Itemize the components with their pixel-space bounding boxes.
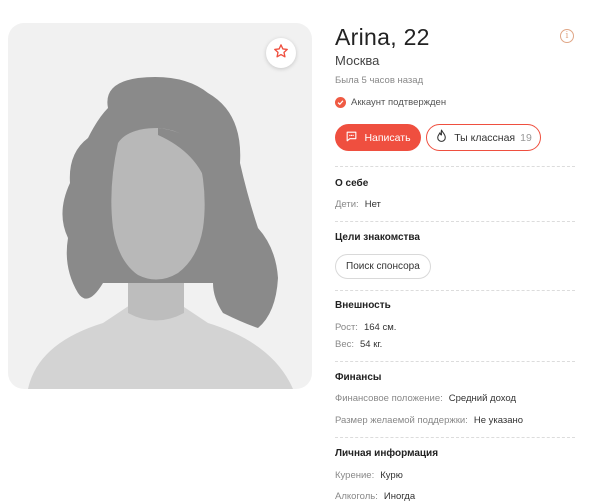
section-title-finance: Финансы	[335, 372, 382, 383]
check-icon	[335, 97, 346, 108]
divider	[335, 166, 575, 167]
detail-row-smoking: Курение: Курю	[335, 470, 403, 481]
section-title-goals: Цели знакомства	[335, 232, 420, 243]
detail-label: Дети:	[335, 199, 359, 210]
detail-value: Курю	[380, 470, 403, 481]
divider	[335, 437, 575, 438]
like-button[interactable]: Ты классная 19	[426, 124, 541, 151]
profile-photo[interactable]	[8, 23, 312, 389]
write-message-label: Написать	[364, 131, 411, 144]
flame-icon	[435, 129, 448, 146]
detail-label: Финансовое положение:	[335, 393, 443, 404]
detail-row-children: Дети: Нет	[335, 199, 381, 210]
avatar-placeholder	[28, 77, 293, 389]
detail-row-weight: Вес: 54 кг.	[335, 339, 382, 350]
like-count: 19	[520, 131, 532, 144]
detail-row-financial-status: Финансовое положение: Средний доход	[335, 393, 516, 404]
detail-value: Не указано	[473, 415, 524, 426]
detail-value: Иногда	[383, 491, 416, 502]
section-title-appearance: Внешность	[335, 300, 391, 311]
goal-chip[interactable]: Поиск спонсора	[335, 254, 431, 279]
favorite-button[interactable]	[266, 38, 296, 68]
verified-label: Аккаунт подтвержден	[351, 97, 447, 108]
detail-label: Курение:	[335, 470, 375, 481]
chat-bubble-icon	[345, 130, 358, 146]
detail-row-height: Рост: 164 см.	[335, 322, 396, 333]
write-message-button[interactable]: Написать	[335, 124, 421, 151]
divider	[335, 290, 575, 291]
profile-city: Москва	[335, 53, 380, 68]
detail-value: 54 кг.	[360, 339, 383, 350]
detail-value: 164 см.	[363, 322, 397, 333]
detail-label: Рост:	[335, 322, 358, 333]
detail-label: Размер желаемой поддержки:	[335, 415, 468, 426]
last-seen-status: Была 5 часов назад	[335, 75, 424, 86]
detail-value: Нет	[364, 199, 381, 210]
star-icon	[273, 43, 289, 64]
section-title-personal: Личная информация	[335, 448, 439, 459]
divider	[335, 361, 575, 362]
detail-label: Вес:	[335, 339, 355, 350]
like-label: Ты классная	[454, 131, 516, 144]
section-title-about: О себе	[335, 178, 369, 189]
info-icon[interactable]: i	[560, 29, 574, 43]
detail-label: Алкоголь:	[335, 491, 378, 502]
detail-value: Средний доход	[448, 393, 517, 404]
verified-badge: Аккаунт подтвержден	[335, 97, 446, 108]
detail-row-support-size: Размер желаемой поддержки: Не указано	[335, 415, 523, 426]
profile-name-age: Arina, 22	[335, 24, 430, 50]
divider	[335, 221, 575, 222]
detail-row-alcohol: Алкоголь: Иногда	[335, 491, 415, 502]
